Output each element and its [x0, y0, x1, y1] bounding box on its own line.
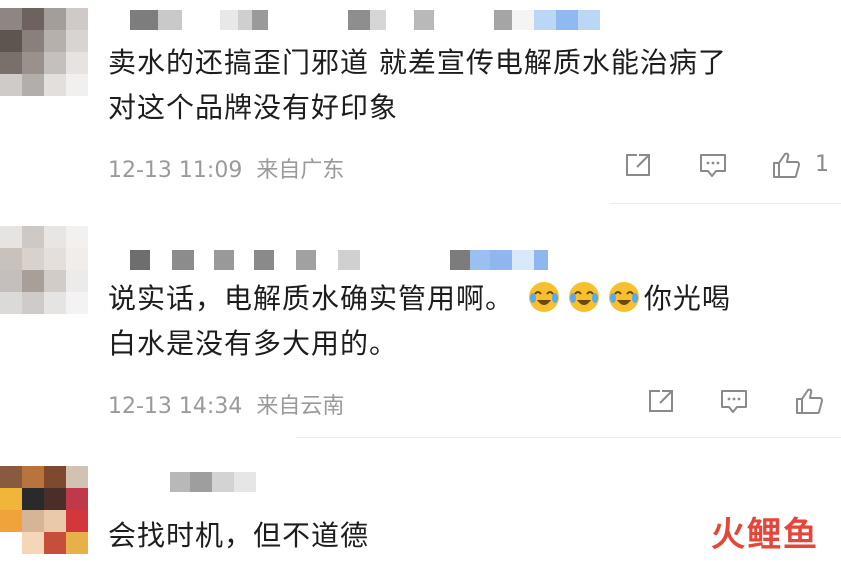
watermark-part: 鲤鱼 [747, 515, 819, 555]
comment-text: 会找时机，但不道德 [108, 513, 369, 558]
comment-3: 会找时机，但不道德 火鲤鱼 [0, 0, 841, 568]
comment-text-line: 会找时机，但不道德 [108, 519, 370, 552]
avatar[interactable] [0, 466, 88, 554]
watermark-part: 火 [711, 515, 747, 555]
username-blurred[interactable] [130, 472, 256, 492]
watermark-logo: 火鲤鱼 [711, 507, 819, 556]
